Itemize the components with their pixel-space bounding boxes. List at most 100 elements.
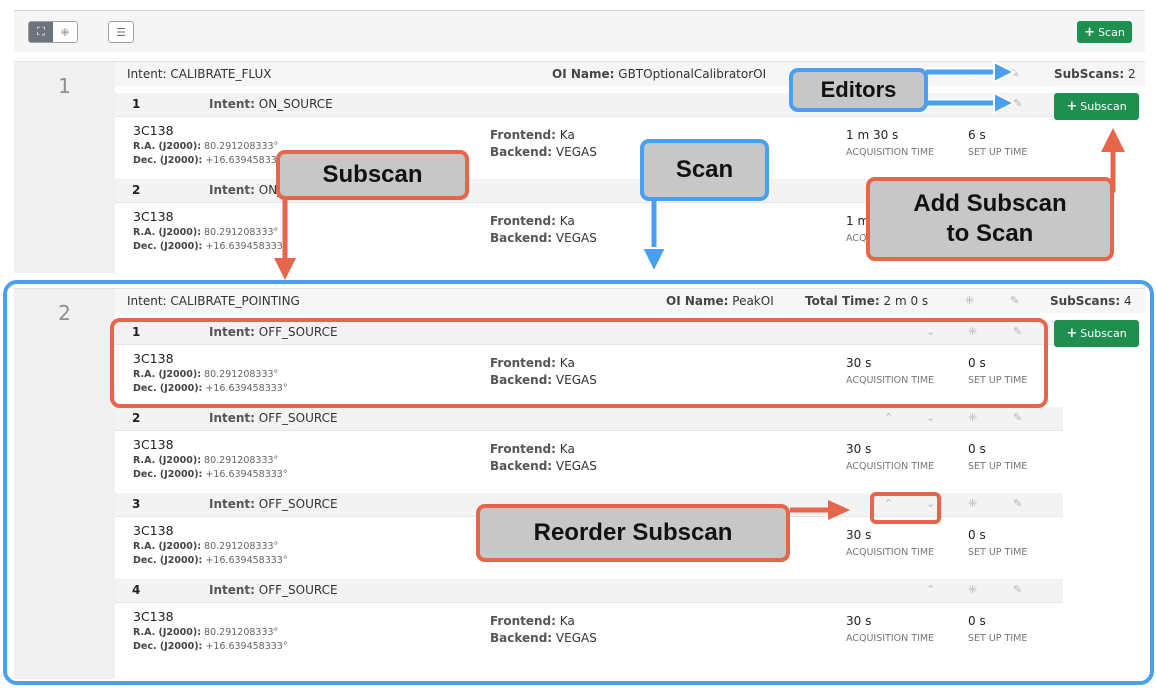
setup-time-label: SET UP TIME [968, 461, 1028, 472]
subscan-intent: Intent: OFF_SOURCE [209, 325, 338, 339]
toolbar: ⛶ ⁜ ☰ + Scan [14, 11, 1145, 52]
scan-subscan-count: SubScans: 2 [1054, 67, 1136, 81]
add-subscan-button[interactable]: + Subscan [1054, 93, 1139, 120]
setup-time: 0 s [968, 442, 986, 456]
view-toggle-group: ⛶ ⁜ [28, 21, 78, 43]
acquisition-time-label: ACQUISITION TIME [846, 461, 935, 472]
backend-value: Backend: VEGAS [490, 459, 597, 473]
move-up-icon[interactable]: ⌃ [884, 411, 893, 424]
acquisition-time-label: ACQUISITION TIME [846, 147, 935, 158]
subscan-number: 2 [132, 183, 141, 197]
setup-time-label: SET UP TIME [968, 375, 1028, 386]
ra-value: R.A. (J2000): 80.291208333° [133, 627, 279, 638]
scan-header: Intent: CALIBRATE_POINTING OI Name: Peak… [115, 289, 1145, 313]
edit-subscan-icon[interactable]: ✎ [1013, 97, 1022, 110]
subscan-number: 2 [132, 411, 141, 425]
add-subscan-button[interactable]: + Subscan [1054, 320, 1139, 347]
scan-subscan-count: SubScans: 4 [1050, 294, 1132, 308]
move-icon[interactable]: ⁜ [968, 97, 977, 110]
acquisition-time-label: ACQUISITION TIME [846, 633, 935, 644]
collapse-icon[interactable]: ⁜ [53, 22, 77, 42]
edit-scan-icon[interactable]: ✎ [1010, 67, 1019, 80]
editors-callout: Editors [789, 68, 928, 112]
move-icon[interactable]: ⁜ [968, 583, 977, 596]
dec-value: Dec. (J2000): +16.639458333° [133, 241, 288, 252]
setup-time: 0 s [968, 528, 986, 542]
edit-subscan-icon[interactable]: ✎ [1013, 411, 1022, 424]
scan-oi-name: OI Name: PeakOI [666, 294, 774, 308]
subscan-intent: Intent: ON_SOURCE [209, 97, 333, 111]
subscan-number: 1 [132, 97, 141, 111]
setup-time-label: SET UP TIME [968, 633, 1028, 644]
setup-time-label: SET UP TIME [968, 147, 1028, 158]
subscan-callout: Subscan [276, 150, 469, 200]
scan-oi-name: OI Name: GBTOptionalCalibratorOI [552, 67, 767, 81]
subscan-number: 3 [132, 497, 141, 511]
subscan-intent: Intent: OFF_SOURCE [209, 411, 338, 425]
source-name: 3C138 [133, 523, 174, 538]
subscan-details: 3C138 R.A. (J2000): 80.291208333° Dec. (… [115, 603, 1063, 663]
scan-header: Intent: CALIBRATE_FLUX OI Name: GBTOptio… [115, 62, 1145, 86]
edit-subscan-icon[interactable]: ✎ [1013, 583, 1022, 596]
scan-total-time: Total Time: 2 m 0 s [805, 294, 929, 308]
frontend-value: Frontend: Ka [490, 356, 575, 370]
ra-value: R.A. (J2000): 80.291208333° [133, 141, 279, 152]
subscan-details: 3C138 R.A. (J2000): 80.291208333° Dec. (… [115, 431, 1063, 491]
frontend-value: Frontend: Ka [490, 442, 575, 456]
subscan-intent: Intent: OFF_SOURCE [209, 497, 338, 511]
dec-value: Dec. (J2000): +16.639458333° [133, 555, 288, 566]
scan-intent: Intent: CALIBRATE_POINTING [127, 294, 300, 308]
edit-scan-icon[interactable]: ✎ [1010, 294, 1019, 307]
subscan-header-row: 2 Intent: OFF_SOURCE ⌃ ⌄ ⁜ ✎ [115, 407, 1063, 431]
move-icon[interactable]: ⁜ [965, 294, 974, 307]
backend-value: Backend: VEGAS [490, 145, 597, 159]
subscan-details: 3C138 R.A. (J2000): 80.291208333° Dec. (… [115, 345, 1063, 405]
move-icon[interactable]: ⁜ [968, 325, 977, 338]
frontend-value: Frontend: Ka [490, 128, 575, 142]
plus-icon: + [1084, 24, 1096, 40]
list-icon[interactable]: ☰ [108, 21, 134, 43]
subscan-intent: Intent: OFF_SOURCE [209, 583, 338, 597]
setup-time: 6 s [968, 128, 986, 142]
ra-value: R.A. (J2000): 80.291208333° [133, 369, 279, 380]
source-name: 3C138 [133, 123, 174, 138]
ra-value: R.A. (J2000): 80.291208333° [133, 455, 279, 466]
setup-time-label: SET UP TIME [968, 547, 1028, 558]
move-down-icon[interactable]: ⌄ [926, 325, 935, 338]
acquisition-time-label: ACQUISITION TIME [846, 547, 935, 558]
acquisition-time: 1 m 30 s [846, 128, 899, 142]
ra-value: R.A. (J2000): 80.291208333° [133, 541, 279, 552]
edit-subscan-icon[interactable]: ✎ [1013, 497, 1022, 510]
move-down-icon[interactable]: ⌄ [926, 411, 935, 424]
plus-icon: + [1066, 326, 1078, 341]
move-icon[interactable]: ⁜ [968, 411, 977, 424]
add-subscan-label: Subscan [1080, 327, 1127, 340]
move-down-icon[interactable]: ⌄ [926, 497, 935, 510]
add-subscan-label: Subscan [1080, 100, 1127, 113]
scan-card: 2 Intent: CALIBRATE_POINTING OI Name: Pe… [14, 288, 1145, 679]
backend-value: Backend: VEGAS [490, 631, 597, 645]
edit-subscan-icon[interactable]: ✎ [1013, 325, 1022, 338]
dec-value: Dec. (J2000): +16.639458333° [133, 383, 288, 394]
subscan-header-row: 4 Intent: OFF_SOURCE ⌃ ⁜ ✎ [115, 579, 1063, 603]
reorder-subscan-callout: Reorder Subscan [476, 504, 790, 562]
move-up-icon[interactable]: ⌃ [926, 583, 935, 596]
subscan-number: 4 [132, 583, 141, 597]
acquisition-time-label: ACQUISITION TIME [846, 375, 935, 386]
move-up-icon[interactable]: ⌃ [884, 497, 893, 510]
source-name: 3C138 [133, 609, 174, 624]
add-scan-button[interactable]: + Scan [1077, 21, 1132, 43]
scan-number: 2 [14, 289, 115, 679]
subscan-number: 1 [132, 325, 141, 339]
setup-time: 0 s [968, 356, 986, 370]
source-name: 3C138 [133, 351, 174, 366]
expand-icon[interactable]: ⛶ [29, 22, 53, 42]
scan-intent: Intent: CALIBRATE_FLUX [127, 67, 272, 81]
frontend-value: Frontend: Ka [490, 614, 575, 628]
move-icon[interactable]: ⁜ [968, 497, 977, 510]
dec-value: Dec. (J2000): +16.639458333° [133, 469, 288, 480]
subscan-header-row: 1 Intent: OFF_SOURCE ⌄ ⁜ ✎ [115, 321, 1063, 345]
move-icon[interactable]: ⁜ [965, 67, 974, 80]
acquisition-time: 30 s [846, 356, 872, 370]
ra-value: R.A. (J2000): 80.291208333° [133, 227, 279, 238]
